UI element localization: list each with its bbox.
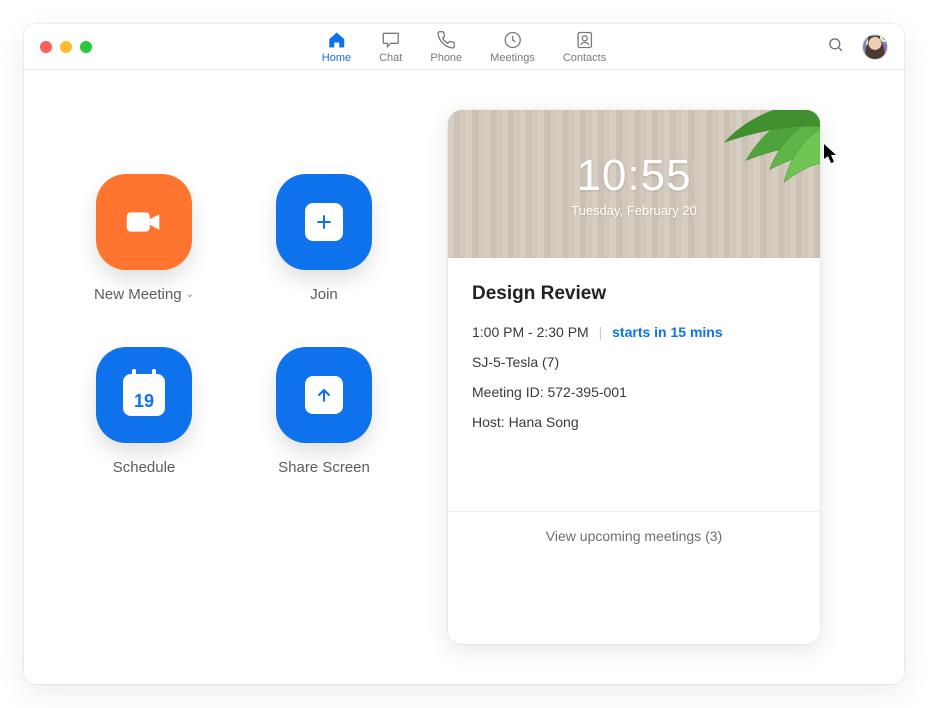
video-camera-icon — [96, 174, 192, 270]
meeting-time-range: 1:00 PM - 2:30 PM — [472, 324, 589, 340]
tab-chat[interactable]: Chat — [379, 30, 402, 64]
window-controls — [40, 41, 92, 53]
tab-phone[interactable]: Phone — [430, 30, 462, 64]
close-window[interactable] — [40, 41, 52, 53]
separator: | — [599, 324, 603, 340]
calendar-icon: 19 — [134, 391, 154, 412]
upcoming-label: View upcoming meetings (3) — [546, 528, 722, 544]
action-label: Join — [310, 286, 338, 303]
home-icon — [326, 30, 346, 50]
tab-meetings[interactable]: Meetings — [490, 30, 535, 64]
action-label: Schedule — [113, 459, 176, 476]
tab-label: Meetings — [490, 52, 535, 64]
chevron-down-icon[interactable]: ⌄ — [186, 289, 194, 300]
main-tabs: Home Chat Phone Meetings — [322, 30, 606, 64]
chat-icon — [381, 30, 401, 50]
titlebar: Home Chat Phone Meetings — [24, 24, 904, 70]
meeting-host: Host: Hana Song — [472, 412, 796, 432]
search-icon[interactable] — [827, 36, 844, 58]
clock-icon — [502, 30, 522, 50]
main-content: New Meeting ⌄ Join 19 — [24, 70, 904, 684]
tab-home[interactable]: Home — [322, 30, 351, 64]
tab-label: Contacts — [563, 52, 606, 64]
meeting-room: SJ-5-Tesla (7) — [472, 352, 796, 372]
meeting-details: Design Review 1:00 PM - 2:30 PM | starts… — [448, 258, 820, 511]
plus-icon — [305, 203, 343, 241]
new-meeting-button[interactable]: New Meeting ⌄ — [74, 174, 214, 303]
meeting-id: Meeting ID: 572-395-001 — [472, 382, 796, 402]
maximize-window[interactable] — [80, 41, 92, 53]
action-grid: New Meeting ⌄ Join 19 — [64, 110, 394, 644]
clock-date: Tuesday, February 20 — [571, 203, 697, 218]
clock-hero: 10:55 Tuesday, February 20 — [448, 110, 820, 258]
schedule-button[interactable]: 19 Schedule — [74, 347, 214, 476]
tab-label: Chat — [379, 52, 402, 64]
minimize-window[interactable] — [60, 41, 72, 53]
tab-contacts[interactable]: Contacts — [563, 30, 606, 64]
tab-label: Phone — [430, 52, 462, 64]
view-upcoming-meetings[interactable]: View upcoming meetings (3) — [448, 511, 820, 560]
clock-time: 10:55 — [576, 151, 691, 201]
phone-icon — [436, 30, 456, 50]
action-label: New Meeting — [94, 286, 182, 303]
meeting-starts-in: starts in 15 mins — [612, 324, 723, 340]
meeting-card: 10:55 Tuesday, February 20 Design Review… — [448, 110, 820, 644]
join-button[interactable]: Join — [254, 174, 394, 303]
tab-label: Home — [322, 52, 351, 64]
share-screen-button[interactable]: Share Screen — [254, 347, 394, 476]
leaf-decoration — [680, 110, 820, 206]
avatar[interactable] — [862, 34, 888, 60]
presence-indicator — [880, 34, 888, 42]
app-window: Home Chat Phone Meetings — [24, 24, 904, 684]
contacts-icon — [575, 30, 595, 50]
action-label: Share Screen — [278, 459, 370, 476]
meeting-title: Design Review — [472, 280, 796, 308]
arrow-up-icon — [305, 376, 343, 414]
